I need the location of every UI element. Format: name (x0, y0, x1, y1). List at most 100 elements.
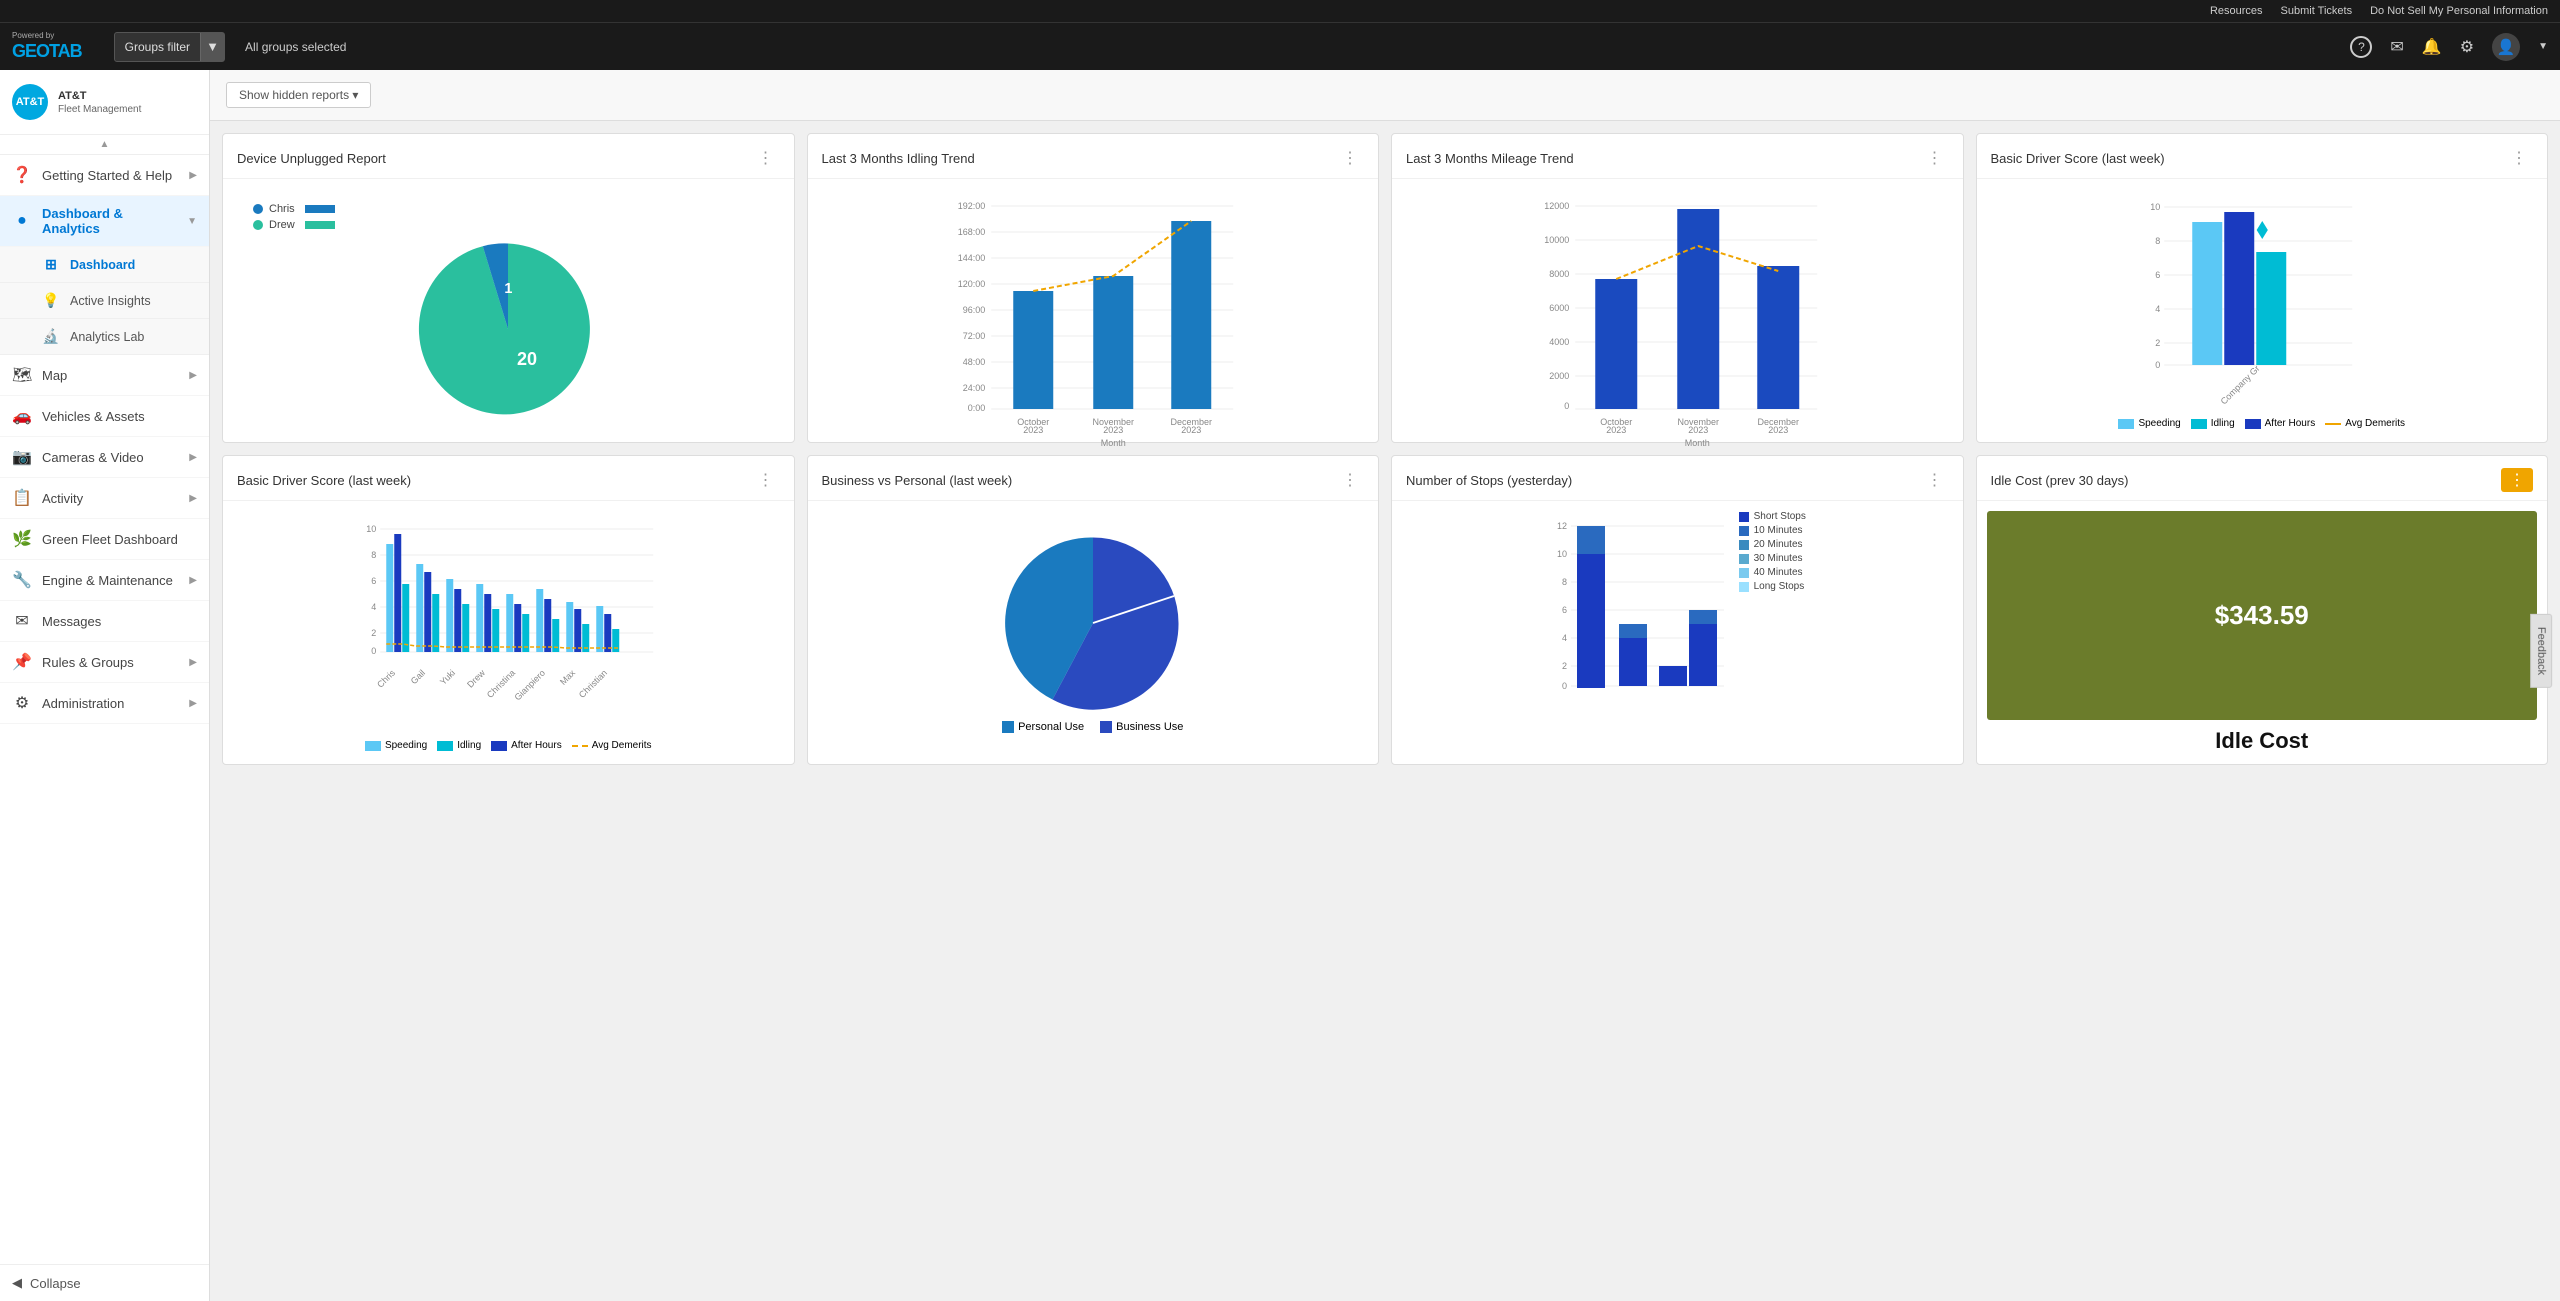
main-header: Show hidden reports ▾ (210, 70, 2560, 121)
sidebar-item-label: Map (42, 368, 179, 383)
sidebar-item-cameras-video[interactable]: 📷 Cameras & Video ▶ (0, 437, 209, 478)
card-device-unplugged: Device Unplugged Report ⋮ Chris (222, 133, 795, 443)
y-label: 6 (371, 576, 376, 586)
bar (492, 609, 499, 652)
sidebar-item-engine-maintenance[interactable]: 🔧 Engine & Maintenance ▶ (0, 560, 209, 601)
feedback-tab[interactable]: Feedback (2530, 613, 2552, 687)
y-label: 4 (2155, 304, 2160, 314)
card-menu-button[interactable]: ⋮ (1336, 146, 1364, 170)
submit-tickets-link[interactable]: Submit Tickets (2281, 5, 2353, 17)
card-menu-button[interactable]: ⋮ (752, 146, 780, 170)
driver-score-legend: Speeding Idling After Hours Avg Dem (365, 740, 652, 751)
card-body: $343.59 Idle Cost (1977, 501, 2548, 764)
chevron-right-icon: ▶ (189, 575, 197, 586)
collapse-button[interactable]: ◀ Collapse (0, 1264, 209, 1301)
card-menu-button[interactable]: ⋮ (1921, 468, 1949, 492)
sidebar-item-label: Getting Started & Help (42, 168, 179, 183)
pie-chart-svg: 20 1 (418, 239, 598, 419)
feedback-label: Feedback (2535, 626, 2547, 674)
y-label: 0 (1562, 681, 1567, 691)
x-label-yuki: Yuki (438, 668, 457, 687)
legend-30min: 30 Minutes (1739, 553, 1806, 564)
y-label: 8 (2155, 236, 2160, 246)
card-header: Basic Driver Score (last week) ⋮ (1977, 134, 2548, 179)
card-header: Number of Stops (yesterday) ⋮ (1392, 456, 1963, 501)
resources-link[interactable]: Resources (2210, 5, 2263, 17)
legend-personal-use: Personal Use (1002, 721, 1084, 733)
bar-oct (1595, 279, 1637, 409)
dashboard-icon: ⊞ (42, 256, 60, 273)
help-icon[interactable]: ? (2350, 36, 2372, 58)
company-subtitle: Fleet Management (58, 104, 141, 115)
chevron-down-icon: ▼ (187, 216, 197, 227)
bar (506, 594, 513, 652)
pie-legend: Chris Drew (253, 203, 335, 231)
legend-short-stops-label: Short Stops (1754, 511, 1806, 522)
groups-filter-dropdown[interactable]: ▼ (200, 33, 224, 61)
card-title: Business vs Personal (last week) (822, 473, 1013, 488)
bar-after-hours (2224, 212, 2254, 365)
y-label: 8 (371, 550, 376, 560)
sidebar-item-label: Green Fleet Dashboard (42, 532, 197, 547)
sidebar-item-rules-groups[interactable]: 📌 Rules & Groups ▶ (0, 642, 209, 683)
legend-40min-label: 40 Minutes (1754, 567, 1803, 578)
y-label: 48:00 (962, 357, 985, 367)
analytics-lab-icon: 🔬 (42, 328, 60, 345)
sidebar-scroll-indicator[interactable]: ▲ (0, 135, 209, 155)
settings-icon[interactable]: ⚙ (2460, 37, 2474, 57)
card-menu-button[interactable]: ⋮ (2505, 146, 2533, 170)
legend-avg-demerits: Avg Demerits (2325, 418, 2405, 429)
y-label: 4000 (1549, 337, 1569, 347)
sidebar-item-getting-started[interactable]: ❓ Getting Started & Help ▶ (0, 155, 209, 196)
card-menu-button[interactable]: ⋮ (1921, 146, 1949, 170)
sidebar-item-administration[interactable]: ⚙ Administration ▶ (0, 683, 209, 724)
show-hidden-reports-button[interactable]: Show hidden reports ▾ (226, 82, 371, 108)
x-label: Company Gr (2218, 363, 2261, 406)
company-name: AT&T (58, 89, 141, 103)
sidebar-item-activity[interactable]: 📋 Activity ▶ (0, 478, 209, 519)
engine-icon: 🔧 (12, 570, 32, 590)
sidebar-item-vehicles-assets[interactable]: 🚗 Vehicles & Assets (0, 396, 209, 437)
collapse-arrow-icon: ◀ (12, 1275, 22, 1291)
sidebar-item-green-fleet[interactable]: 🌿 Green Fleet Dashboard (0, 519, 209, 560)
x-label-gianpiero: Gianpiero (512, 668, 547, 703)
sidebar-sub-item-active-insights[interactable]: 💡 Active Insights (0, 283, 209, 319)
sidebar-sub-item-dashboard[interactable]: ⊞ Dashboard (0, 247, 209, 283)
y-label: 8000 (1549, 269, 1569, 279)
y-label: 0 (1564, 401, 1569, 411)
sidebar-item-map[interactable]: 🗺 Map ▶ (0, 355, 209, 396)
user-avatar[interactable]: 👤 (2492, 33, 2520, 61)
sidebar-item-messages[interactable]: ✉ Messages (0, 601, 209, 642)
bar (596, 606, 603, 652)
idle-cost-amount: $343.59 (2215, 600, 2309, 631)
legend-personal-use-icon (1002, 721, 1014, 733)
messages-icon[interactable]: ✉ (2390, 37, 2403, 57)
pie-label-chris: 1 (505, 281, 513, 297)
card-menu-button[interactable]: ⋮ (1336, 468, 1364, 492)
legend-short-stops: Short Stops (1739, 511, 1806, 522)
x-label-nov-year: 2023 (1103, 425, 1123, 435)
y-label: 24:00 (962, 383, 985, 393)
sidebar-item-dashboard-analytics[interactable]: ● Dashboard & Analytics ▼ (0, 196, 209, 247)
sidebar-sub-item-analytics-lab[interactable]: 🔬 Analytics Lab (0, 319, 209, 355)
notifications-icon[interactable]: 🔔 (2422, 37, 2442, 57)
user-dropdown-arrow[interactable]: ▼ (2538, 41, 2548, 52)
legend-speeding: Speeding (2118, 418, 2180, 429)
sidebar-item-label: Engine & Maintenance (42, 573, 179, 588)
legend-personal-use-label: Personal Use (1018, 721, 1084, 733)
card-body: 192:00 168:00 144:00 120:00 96:00 72:00 … (808, 179, 1379, 442)
bvp-legend: Personal Use Business Use (1002, 721, 1183, 733)
bar-speeding (2192, 222, 2222, 365)
bar-nov (1093, 276, 1133, 409)
legend-speeding-label: Speeding (2138, 418, 2180, 429)
groups-filter[interactable]: Groups filter ▼ (114, 32, 225, 62)
card-menu-button[interactable]: ⋮ (752, 468, 780, 492)
idle-cost-label: Idle Cost (2215, 728, 2308, 754)
avg-demerits-marker (2257, 222, 2267, 238)
legend-speeding-icon (2118, 419, 2134, 429)
card-menu-button[interactable]: ⋮ (2501, 468, 2533, 492)
legend-long-stops: Long Stops (1739, 581, 1806, 592)
y-label: 6 (2155, 270, 2160, 280)
y-label: 10000 (1544, 235, 1569, 245)
do-not-sell-link[interactable]: Do Not Sell My Personal Information (2370, 5, 2548, 17)
